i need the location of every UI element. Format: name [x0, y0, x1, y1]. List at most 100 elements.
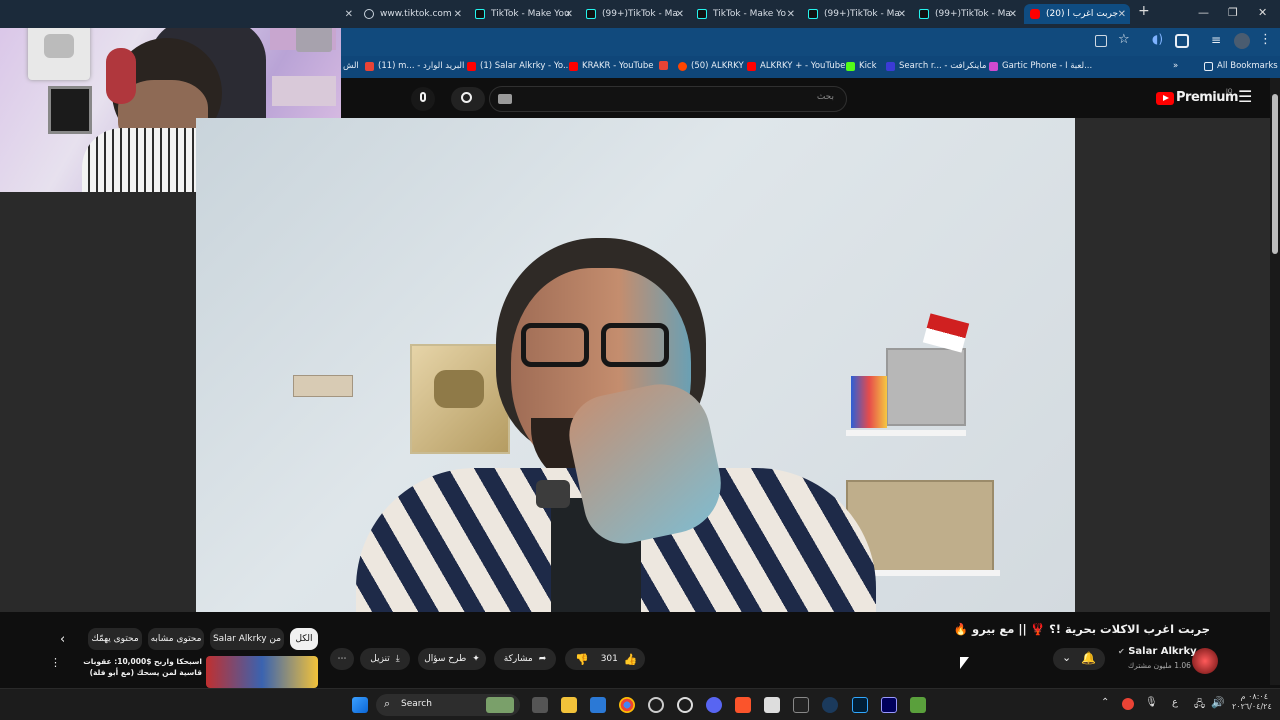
- recommended-thumbnail[interactable]: [206, 656, 318, 688]
- all-bookmarks-button[interactable]: All Bookmarks: [1204, 61, 1278, 71]
- tiktok-icon: [697, 9, 707, 19]
- more-horizontal-icon: ⋯: [337, 654, 347, 664]
- ask-button[interactable]: طرح سؤال ✦: [418, 648, 486, 670]
- chip-for-you[interactable]: محتوى يهمّك: [88, 628, 142, 650]
- audio-playing-icon[interactable]: ◖): [1152, 32, 1163, 46]
- watch-metadata: جربت اغرب الاكلات بحرية !؟ 🦞 || مع بيرو …: [0, 612, 1270, 688]
- like-dislike-group[interactable]: 👎 301 👍: [565, 648, 645, 670]
- more-bookmarks-button[interactable]: »: [1173, 61, 1178, 71]
- close-icon[interactable]: ✕: [787, 9, 795, 20]
- tab-close-partial[interactable]: ✕: [341, 4, 355, 24]
- chip-related[interactable]: محتوى مشابه: [148, 628, 204, 650]
- gold-play-button-plaque: [410, 344, 510, 454]
- close-icon[interactable]: ✕: [676, 9, 684, 20]
- bookmark[interactable]: (1) Salar Alkrky - Yo...: [467, 61, 571, 71]
- browser-tab[interactable]: TikTok - Make You ✕: [469, 4, 577, 24]
- app-icon[interactable]: [764, 697, 780, 713]
- bookmark[interactable]: Gartic Phone - لعبة ا...: [989, 61, 1092, 71]
- minecraft-icon[interactable]: [910, 697, 926, 713]
- chrome-icon[interactable]: [619, 697, 635, 713]
- extensions-icon[interactable]: [1175, 34, 1189, 48]
- premiere-icon[interactable]: [881, 697, 897, 713]
- bookmark[interactable]: [659, 61, 672, 70]
- tab-label: (20) جربت اغرب ا: [1046, 9, 1119, 19]
- more-vertical-icon[interactable]: ⋮: [50, 656, 61, 669]
- close-icon[interactable]: ✕: [898, 9, 906, 20]
- browser-tab[interactable]: www.tiktok.com ✕: [358, 4, 466, 24]
- chip-label: محتوى مشابه: [150, 634, 202, 644]
- voice-search-button[interactable]: [411, 87, 435, 111]
- scrollbar-thumb[interactable]: [1272, 94, 1278, 254]
- bookmark[interactable]: KRAKR - YouTube: [569, 61, 653, 71]
- guide-menu-icon[interactable]: ☰: [1238, 87, 1252, 106]
- dislike-icon[interactable]: 👎: [575, 653, 589, 666]
- chip-all[interactable]: الكل: [290, 628, 318, 650]
- photoshop-icon[interactable]: [852, 697, 868, 713]
- app-icon[interactable]: [648, 697, 664, 713]
- clock[interactable]: ٠٨:٠٤ م ٢٠٢٦/٠٤/٢٤: [1232, 692, 1272, 713]
- more-actions-button[interactable]: ⋯: [330, 648, 354, 670]
- search-input[interactable]: بحث: [489, 86, 847, 112]
- bookmark[interactable]: Kick: [846, 61, 877, 71]
- channel-name[interactable]: ✔ Salar Alkrky: [1118, 646, 1197, 657]
- volume-icon[interactable]: 🔊: [1211, 696, 1225, 709]
- bookmark[interactable]: ALKRKY + - YouTube: [747, 61, 845, 71]
- close-icon[interactable]: ✕: [1118, 9, 1126, 20]
- capcut-icon[interactable]: [793, 697, 809, 713]
- bookmark[interactable]: Search r... - ماينكرافت: [886, 61, 986, 71]
- media-controls-icon[interactable]: ≡: [1211, 33, 1221, 47]
- browser-tab-strip: ✕ www.tiktok.com ✕ TikTok - Make You ✕ (…: [0, 0, 1280, 28]
- download-button[interactable]: تنزيل ⤓: [360, 648, 410, 670]
- browser-tab[interactable]: TikTok - Make Yo ✕: [691, 4, 799, 24]
- bookmark-star-icon[interactable]: ☆: [1118, 32, 1130, 47]
- tab-label: TikTok - Make You: [491, 9, 570, 19]
- microphone-icon[interactable]: 🎙: [1145, 697, 1158, 708]
- new-tab-button[interactable]: +: [1138, 3, 1150, 19]
- file-explorer-icon[interactable]: [561, 697, 577, 713]
- chip-from-channel[interactable]: من Salar Alkrky: [210, 628, 284, 650]
- chevron-up-icon[interactable]: ⌃: [1101, 697, 1109, 708]
- input-language[interactable]: ع: [1172, 697, 1178, 708]
- youtube-header: بحث Premium IQ ☰: [341, 78, 1280, 118]
- bookmark[interactable]: الش: [343, 61, 359, 71]
- tray-app-icon[interactable]: [1122, 698, 1134, 710]
- install-app-icon[interactable]: [1095, 35, 1107, 47]
- window-close-icon[interactable]: ✕: [1258, 6, 1267, 19]
- taskbar-search[interactable]: ⌕ Search: [376, 694, 520, 716]
- video-player[interactable]: [196, 118, 1075, 612]
- close-icon[interactable]: ✕: [565, 9, 573, 20]
- sparkle-icon: ✦: [472, 654, 480, 664]
- youtube-logo-icon[interactable]: [1156, 92, 1174, 105]
- browser-tab[interactable]: (99+)TikTok - Ma ✕: [802, 4, 910, 24]
- browser-tab-active[interactable]: (20) جربت اغرب ا ✕: [1024, 4, 1130, 24]
- profile-avatar[interactable]: [1234, 33, 1250, 49]
- minimize-icon[interactable]: —: [1198, 6, 1209, 19]
- download-icon: ⤓: [395, 654, 400, 664]
- close-icon[interactable]: ✕: [454, 9, 462, 20]
- recommended-title[interactable]: اسبحكا واربح $10,000: عقوبات قاسية لمن ي…: [70, 656, 202, 679]
- bookmark[interactable]: (50) ALKRKY: [678, 61, 744, 71]
- page-scrollbar[interactable]: [1270, 78, 1280, 685]
- microsoft-store-icon[interactable]: [590, 697, 606, 713]
- windows-start-icon[interactable]: [352, 697, 368, 713]
- like-icon[interactable]: 👍: [624, 653, 638, 666]
- discord-icon[interactable]: [706, 697, 722, 713]
- headphones: [106, 48, 136, 104]
- restore-icon[interactable]: ❐: [1228, 6, 1238, 19]
- bookmark[interactable]: (11) m... - البريد الوارد: [365, 61, 464, 71]
- browser-tab[interactable]: (99+)TikTok - Ma ✕: [913, 4, 1021, 24]
- keyboard-icon[interactable]: [498, 94, 512, 104]
- close-icon[interactable]: ✕: [1009, 9, 1017, 20]
- share-button[interactable]: مشاركة ➦: [494, 648, 556, 670]
- subscribed-bell-button[interactable]: ⌄ 🔔: [1053, 648, 1105, 670]
- search-button[interactable]: [451, 87, 485, 111]
- obs-icon[interactable]: [677, 697, 693, 713]
- brave-icon[interactable]: [735, 697, 751, 713]
- browser-menu-icon[interactable]: ⋮: [1259, 32, 1272, 47]
- task-view-icon[interactable]: [532, 697, 548, 713]
- tiktok-icon: [808, 9, 818, 19]
- steam-icon[interactable]: [822, 697, 838, 713]
- network-icon[interactable]: 🖧: [1194, 697, 1205, 714]
- chevron-left-icon[interactable]: ‹: [60, 632, 65, 647]
- browser-tab[interactable]: (99+)TikTok - Ma ✕: [580, 4, 688, 24]
